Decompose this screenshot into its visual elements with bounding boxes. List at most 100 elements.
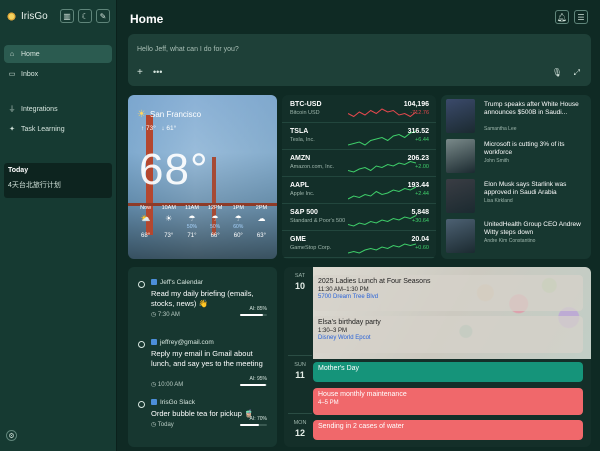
day-number: 11 <box>295 370 305 380</box>
calendar-day: MON 12 <box>288 420 312 438</box>
event-time: 4–5 PM <box>318 400 339 406</box>
inbox-icon: ▭ <box>8 71 16 78</box>
news-item[interactable]: Microsoft is cutting 3% of its workforce… <box>446 137 588 175</box>
task-source: Jeff's Calendar <box>151 279 203 286</box>
forecast-hour: 11AM ☂ 50% 71° <box>180 205 203 239</box>
news-item[interactable]: Trump speaks after White House announces… <box>446 97 588 135</box>
stock-row[interactable]: GME GameStop Corp. 20.04 +0.60 <box>282 231 436 258</box>
forecast-hour: 1PM ☂ 60% 60° <box>227 205 250 239</box>
stock-price: 5,848 <box>411 209 429 216</box>
nav-secondary: ⏚ Integrations ✦ Task Learning <box>4 100 112 138</box>
stocks-card[interactable]: BTC-USD Bitcoin USD 104,196 -712.76 TSLA Tesl… <box>282 95 436 259</box>
sidebar-item-task-learning[interactable]: ✦ Task Learning <box>4 120 112 138</box>
more-icon[interactable]: ••• <box>153 67 162 77</box>
sidebar-item-integrations[interactable]: ⏚ Integrations <box>4 100 112 118</box>
prompt-input[interactable]: Hello Jeff, what can I do for you? <box>137 46 239 53</box>
calendar-event[interactable]: House monthly maintenance 4–5 PM <box>313 388 583 415</box>
stock-change: -712.76 <box>410 110 429 116</box>
day-of-week: SAT <box>294 273 306 279</box>
bell-icon[interactable]: 🔔︎ <box>555 10 569 24</box>
news-source: Andre Kim Constantino <box>484 238 536 244</box>
expand-icon[interactable]: ⤢ <box>574 68 580 78</box>
header-actions: 🔔︎ ☰ <box>555 10 588 24</box>
microphone-icon[interactable]: 🎙︎ <box>552 68 562 77</box>
sidebar-item-home[interactable]: ⌂ Home <box>4 45 112 63</box>
event-location[interactable]: 5700 Dream Tree Blvd <box>318 294 578 300</box>
today-item[interactable]: 4天台北旅行计划 <box>8 180 108 190</box>
task-time: ◷ 10:00 AM <box>151 381 183 388</box>
forecast-hour-label: 1PM <box>232 205 244 211</box>
event-title: Mother's Day <box>318 365 360 372</box>
stock-name: Amazon.com, Inc. <box>290 164 335 170</box>
sidebar-item-inbox[interactable]: ▭ Inbox <box>4 65 112 83</box>
stock-row[interactable]: TSLA Tesla, Inc. 316.52 +6.44 <box>282 123 436 150</box>
calendar-event[interactable]: Mother's Day <box>313 362 583 382</box>
plus-icon[interactable]: + <box>137 67 143 78</box>
stock-price: 104,196 <box>403 101 429 108</box>
stock-symbol: GME <box>290 236 306 243</box>
stock-change: +0.60 <box>415 245 429 251</box>
news-item[interactable]: Elon Musk says Starlink was approved in … <box>446 177 588 215</box>
forecast-temp: 73° <box>164 233 174 239</box>
stock-sparkline <box>348 186 416 200</box>
day-divider <box>288 413 312 414</box>
sparkle-icon: ✦ <box>9 126 15 133</box>
hourly-forecast: Now ⛅ 68° 10AM ☀ 73° 11AM ☂ 50% 71° 12PM ☂ 50% 66° 1PM… <box>134 205 273 239</box>
layout-icon[interactable]: ☰ <box>574 10 588 24</box>
today-panel: Today 4天台北旅行计划 <box>4 163 112 198</box>
stock-symbol: BTC-USD <box>290 101 322 108</box>
task-checkbox[interactable] <box>138 401 145 408</box>
source-icon <box>151 339 157 345</box>
stock-change: +2.44 <box>415 191 429 197</box>
news-thumbnail <box>446 179 475 213</box>
event-location[interactable]: Disney World Epcot <box>318 335 578 341</box>
weather-high: ↑ 73° <box>141 125 156 132</box>
weather-temperature: 68° <box>139 145 209 194</box>
stock-price: 193.44 <box>407 182 429 189</box>
prompt-box[interactable]: Hello Jeff, what can I do for you? + •••… <box>128 34 591 86</box>
task-time-label: 7:30 AM <box>157 312 180 318</box>
weather-low: ↓ 61° <box>161 125 177 132</box>
day-divider <box>288 355 312 356</box>
task-ai-bar <box>240 424 267 426</box>
task-ai-confidence: AI: 85% <box>249 306 267 312</box>
calendar-event[interactable]: Sending in 2 cases of water <box>313 420 583 440</box>
app-name: IrisGo <box>21 11 48 22</box>
brand[interactable]: IrisGo <box>6 11 48 22</box>
compose-icon[interactable]: ✎ <box>96 9 110 23</box>
calendar-day: SUN 11 <box>288 362 312 380</box>
task-checkbox[interactable] <box>138 341 145 348</box>
sidebar-toolbar: ▥ ☾ ✎ <box>60 9 110 23</box>
stock-sparkline <box>348 160 416 173</box>
clock-icon: ◷ <box>151 422 158 428</box>
rain-icon: ☂ <box>188 214 196 223</box>
stock-row[interactable]: BTC-USD Bitcoin USD 104,196 -712.76 <box>282 96 436 123</box>
news-source: John Smith <box>484 158 510 164</box>
calendar-event[interactable]: 2025 Ladies Lunch at Four Seasons 11:30 A… <box>313 275 583 311</box>
task-source-label: IrisGo Slack <box>160 399 196 406</box>
task-checkbox[interactable] <box>138 281 145 288</box>
stock-row[interactable]: AMZN Amazon.com, Inc. 206.23 +2.00 <box>282 150 436 177</box>
page-title: Home <box>130 12 164 26</box>
weather-city: San Francisco <box>150 110 202 119</box>
task-time-label: Today <box>157 422 174 428</box>
calendar-event[interactable]: Elsa's birthday party 1:30–3 PM Disney Wor… <box>313 316 583 353</box>
rain-icon: ☂ <box>234 214 242 223</box>
settings-icon[interactable]: ⚙ <box>6 430 17 441</box>
forecast-precip: 50% <box>186 224 197 230</box>
cloud-icon: ☁ <box>257 214 266 223</box>
stock-row[interactable]: AAPL Apple Inc. 193.44 +2.44 <box>282 177 436 204</box>
news-source: Samantha Lee <box>484 126 517 132</box>
forecast-precip: 60% <box>233 224 244 230</box>
forecast-temp: 66° <box>210 233 220 239</box>
dark-mode-icon[interactable]: ☾ <box>78 9 92 23</box>
forecast-precip <box>250 224 273 230</box>
news-item[interactable]: UnitedHealth Group CEO Andrew Witty step… <box>446 217 588 255</box>
stock-price: 316.52 <box>407 128 429 135</box>
news-title: UnitedHealth Group CEO Andrew Witty step… <box>484 221 581 236</box>
forecast-hour: 12PM ☂ 50% 66° <box>204 205 227 239</box>
forecast-precip <box>134 224 157 230</box>
stock-row[interactable]: S&P 500 Standard & Poor's 500 5,848 +30.64 <box>282 204 436 231</box>
sidebar-toggle-icon[interactable]: ▥ <box>60 9 74 23</box>
task-text[interactable]: Reply my email in Gmail about lunch, and… <box>151 349 271 369</box>
